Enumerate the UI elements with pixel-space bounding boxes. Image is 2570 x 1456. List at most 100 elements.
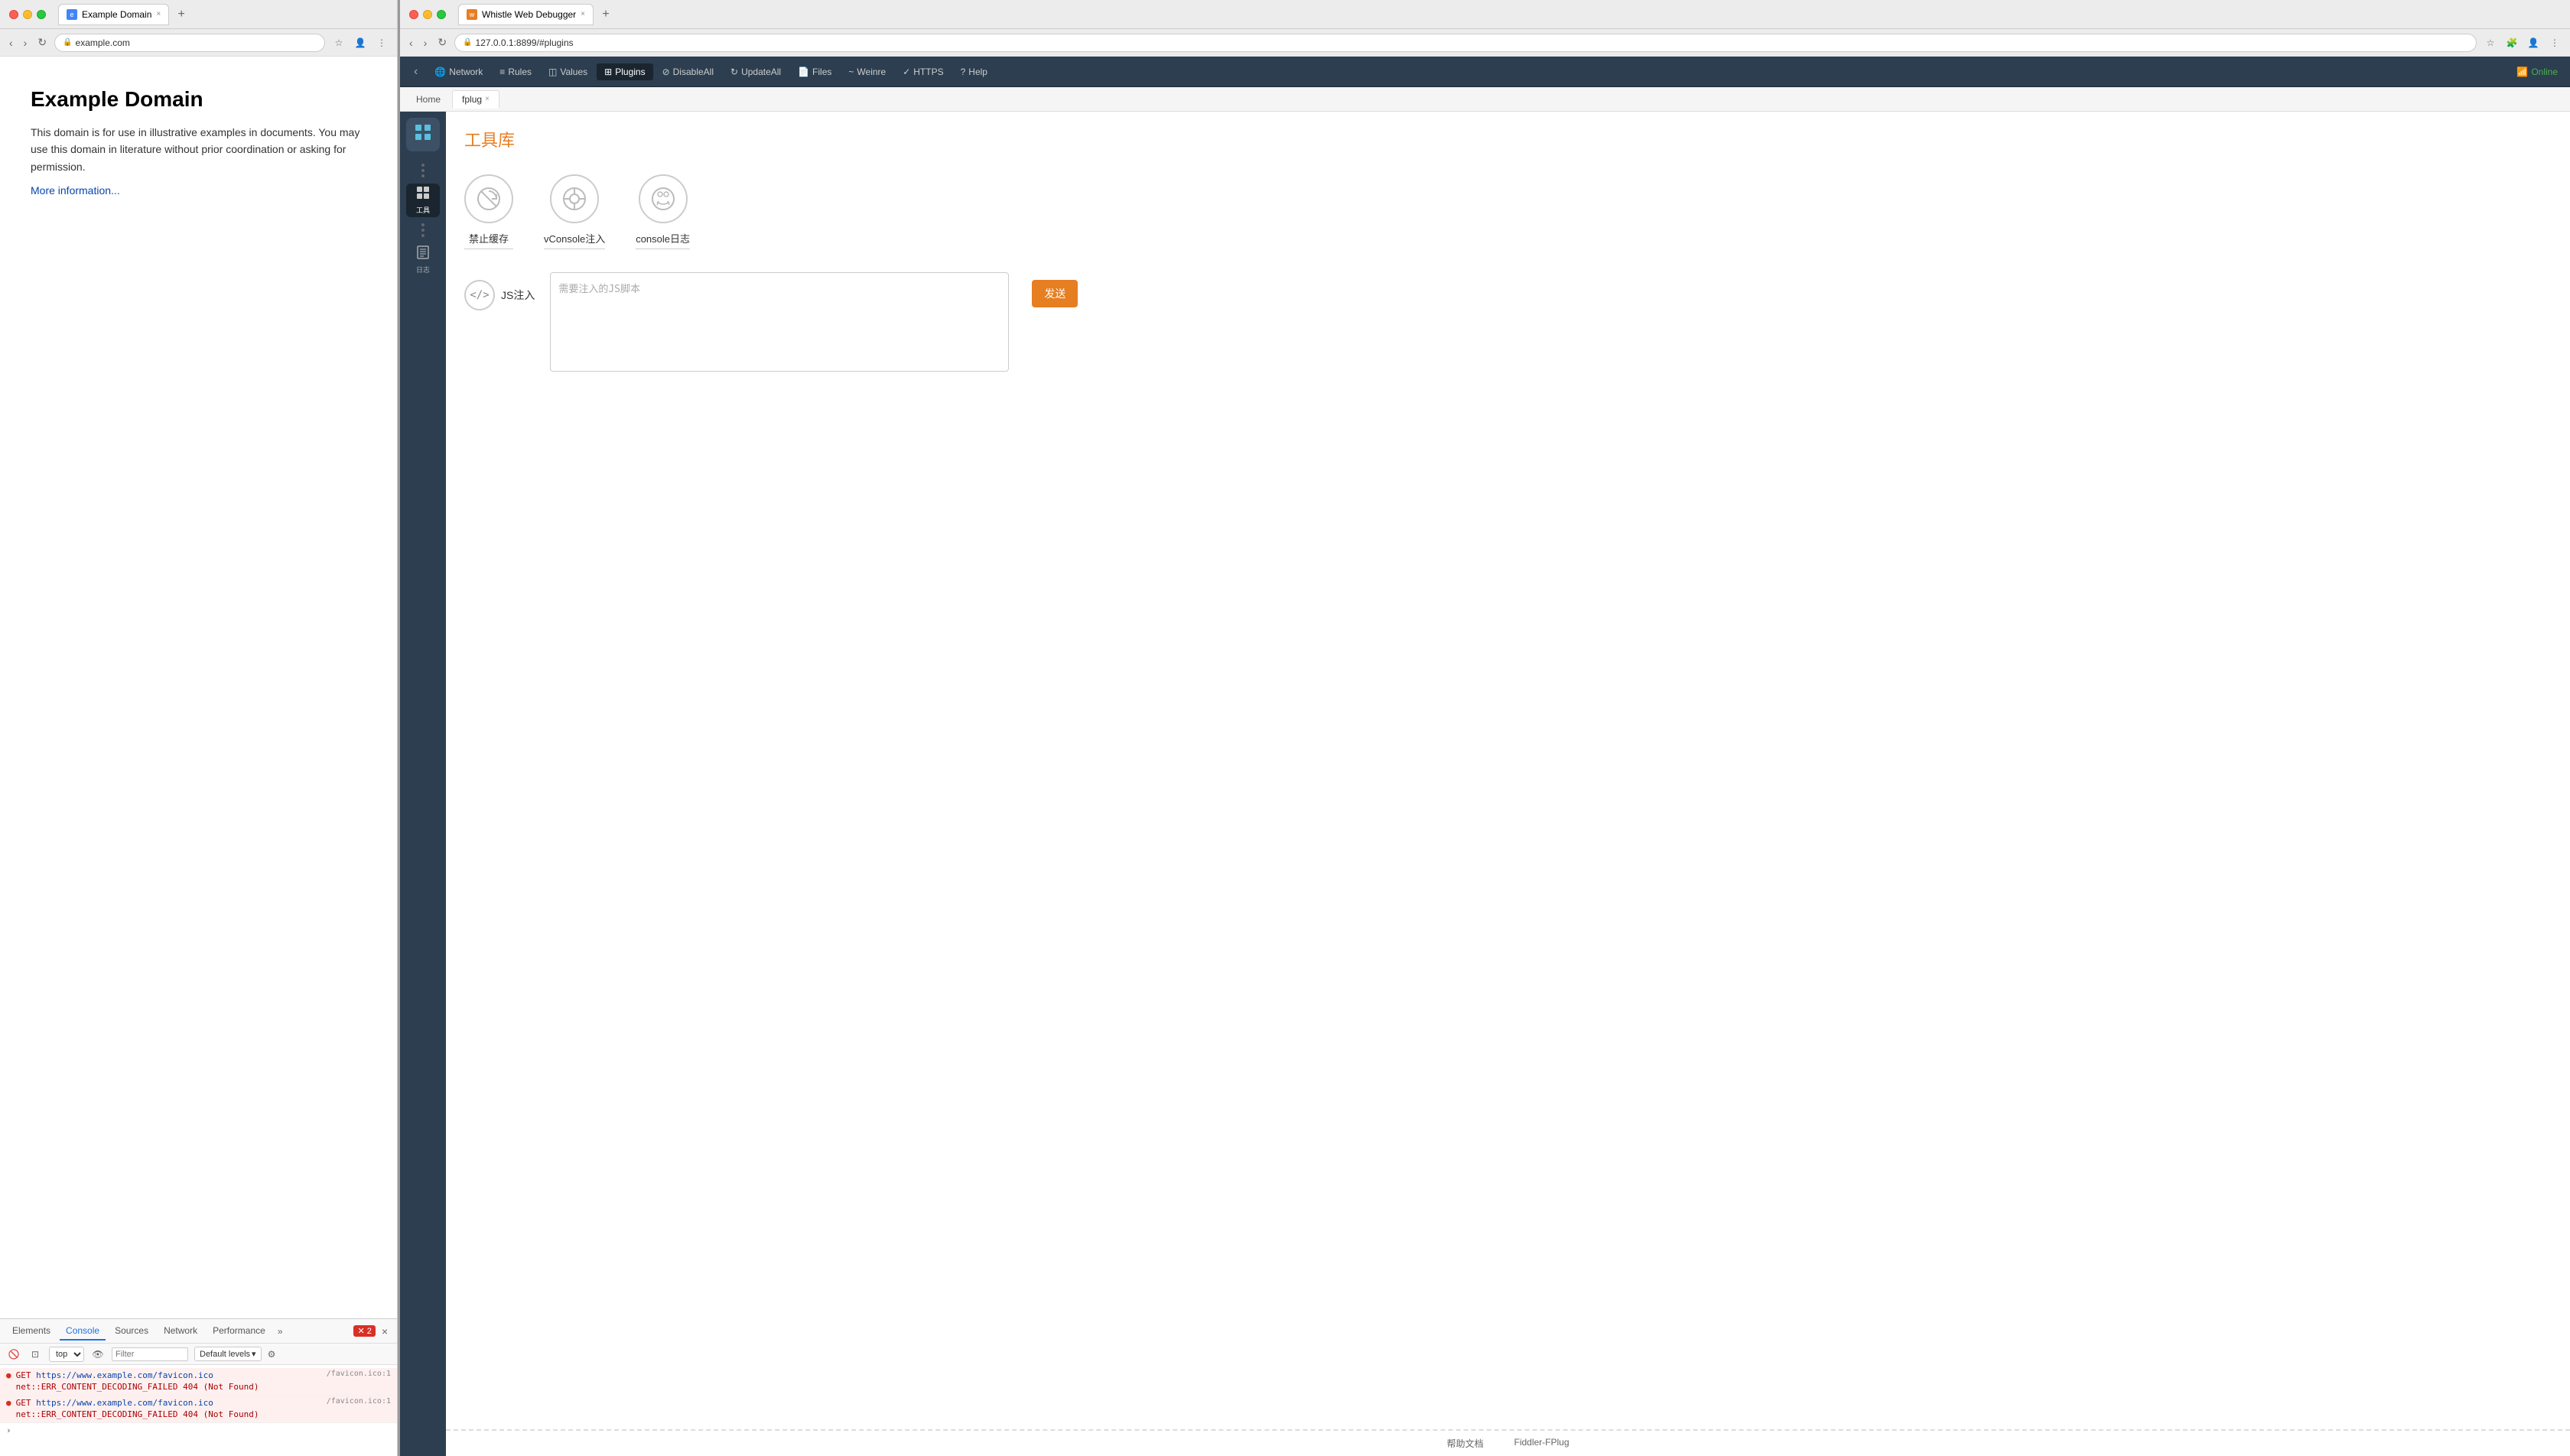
nav-back-btn[interactable]: ‹ <box>406 62 425 82</box>
eye-icon[interactable]: 👁 <box>90 1347 106 1362</box>
nav-help-btn[interactable]: ? Help <box>953 63 995 80</box>
close-button-left[interactable] <box>9 10 18 19</box>
nav-https-btn[interactable]: ✓ HTTPS <box>895 63 951 80</box>
entry-link-2[interactable]: https://www.example.com/favicon.ico <box>36 1398 213 1408</box>
nav-files-btn[interactable]: 📄 Files <box>790 63 839 80</box>
bookmark-icon-right[interactable]: ☆ <box>2481 34 2500 52</box>
updateall-icon: ↻ <box>730 67 738 77</box>
plugin-main: 工具库 <box>446 112 2570 1456</box>
tab-bar-right: w Whistle Web Debugger × + <box>458 4 2561 25</box>
dot-1 <box>421 164 425 167</box>
nav-disableall-label: DisableAll <box>673 67 714 77</box>
console-filter-input[interactable] <box>112 1347 188 1361</box>
nav-rules-btn[interactable]: ≡ Rules <box>492 63 539 80</box>
whistle-tab[interactable]: w Whistle Web Debugger × <box>458 4 594 25</box>
nav-network-btn[interactable]: 🌐 Network <box>427 63 490 80</box>
js-inject-textarea[interactable] <box>550 272 1009 372</box>
address-bar-right[interactable]: 🔒 127.0.0.1:8899/#plugins <box>454 34 2477 52</box>
reload-button-left[interactable]: ↻ <box>34 34 50 50</box>
profile-icon-left[interactable]: 👤 <box>351 34 369 52</box>
devtools-close-btn[interactable]: × <box>379 1324 391 1339</box>
minimize-button-left[interactable] <box>23 10 32 19</box>
default-levels-dropdown[interactable]: Default levels ▾ <box>194 1347 262 1361</box>
default-levels-label: Default levels <box>200 1350 250 1359</box>
page-content-left: Example Domain This domain is for use in… <box>0 57 397 1318</box>
files-icon: 📄 <box>798 67 809 77</box>
nav-help-label: Help <box>968 67 987 77</box>
nav-plugins-btn[interactable]: ⊞ Plugins <box>597 63 652 80</box>
lock-icon-right: 🔒 <box>463 38 472 47</box>
console-entry-2: ● GET https://www.example.com/favicon.ic… <box>0 1396 397 1423</box>
online-status: 📶 Online <box>2510 63 2564 80</box>
console-toggle-icon[interactable]: ⊡ <box>28 1347 43 1362</box>
js-inject-icon: </> <box>464 280 495 310</box>
tab-home[interactable]: Home <box>406 90 451 109</box>
nav-weinre-btn[interactable]: ~ Weinre <box>841 63 893 80</box>
back-button-left[interactable]: ‹ <box>6 35 16 50</box>
disableall-icon: ⊘ <box>662 67 670 77</box>
tool-disable-cache[interactable]: 禁止缓存 <box>464 174 513 249</box>
nav-weinre-label: Weinre <box>857 67 886 77</box>
entry-get-prefix-1: GET <box>16 1370 37 1380</box>
devtools-tab-network[interactable]: Network <box>158 1322 203 1341</box>
bookmark-icon-left[interactable]: ☆ <box>330 34 348 52</box>
tab-fplug-close[interactable]: × <box>485 95 490 103</box>
devtools-tab-performance[interactable]: Performance <box>207 1322 272 1341</box>
help-icon: ? <box>961 67 966 77</box>
console-clear-icon[interactable]: 🚫 <box>6 1347 21 1362</box>
traffic-lights-left <box>9 10 46 19</box>
tab-close-left[interactable]: × <box>156 10 161 18</box>
entry-source-2: /favicon.ico:1 <box>327 1397 391 1406</box>
send-button[interactable]: 发送 <box>1032 280 1078 307</box>
new-tab-button-right[interactable]: + <box>597 5 615 24</box>
address-bar-left[interactable]: 🔒 example.com <box>54 34 325 52</box>
forward-button-right[interactable]: › <box>421 35 431 50</box>
devtools-tab-sources[interactable]: Sources <box>109 1322 155 1341</box>
nav-updateall-btn[interactable]: ↻ UpdateAll <box>723 63 789 80</box>
close-button-right[interactable] <box>409 10 418 19</box>
more-info-link[interactable]: More information... <box>31 184 120 197</box>
whistle-sidebar: 工具 <box>400 112 446 1456</box>
devtools-more-btn[interactable]: » <box>275 1323 286 1340</box>
menu-icon-right[interactable]: ⋮ <box>2546 34 2564 52</box>
sidebar-item-logs[interactable]: 日志 <box>406 243 440 277</box>
dot-5 <box>421 229 425 232</box>
sidebar-item-tools[interactable]: 工具 <box>406 184 440 217</box>
new-tab-button-left[interactable]: + <box>172 5 190 24</box>
maximize-button-right[interactable] <box>437 10 446 19</box>
maximize-button-left[interactable] <box>37 10 46 19</box>
console-context-select[interactable]: top <box>49 1347 84 1362</box>
devtools-tab-console[interactable]: Console <box>60 1322 106 1341</box>
vconsole-label: vConsole注入 <box>544 231 605 249</box>
nav-icons-left: ☆ 👤 ⋮ <box>330 34 391 52</box>
js-inject-section: </> JS注入 发送 <box>446 272 2570 375</box>
reload-button-right[interactable]: ↻ <box>434 34 450 50</box>
disable-cache-circle <box>464 174 513 223</box>
entry-link-1[interactable]: https://www.example.com/favicon.ico <box>36 1370 213 1380</box>
forward-button-left[interactable]: › <box>21 35 31 50</box>
extension-icon-right[interactable]: 🧩 <box>2503 34 2521 52</box>
devtools-tab-elements[interactable]: Elements <box>6 1322 57 1341</box>
tool-console-log[interactable]: console日志 <box>636 174 690 249</box>
tool-vconsole[interactable]: vConsole注入 <box>544 174 605 249</box>
example-domain-tab[interactable]: e Example Domain × <box>58 4 169 25</box>
console-prompt: › <box>0 1423 397 1438</box>
footer-fplug-link[interactable]: Fiddler-FPlug <box>1514 1437 1569 1450</box>
menu-icon-left[interactable]: ⋮ <box>372 34 391 52</box>
dot-6 <box>421 234 425 237</box>
js-textarea-wrapper <box>550 272 1009 375</box>
minimize-button-right[interactable] <box>423 10 432 19</box>
code-icon: </> <box>470 289 489 301</box>
back-button-right[interactable]: ‹ <box>406 35 416 50</box>
profile-icon-right[interactable]: 👤 <box>2524 34 2542 52</box>
nav-values-btn[interactable]: ◫ Values <box>541 63 595 80</box>
nav-disableall-btn[interactable]: ⊘ DisableAll <box>655 63 721 80</box>
tab-fplug[interactable]: fplug × <box>452 90 499 109</box>
footer-help-link[interactable]: 帮助文档 <box>1446 1437 1483 1450</box>
tab-close-right[interactable]: × <box>581 10 585 18</box>
nav-network-label: Network <box>449 67 483 77</box>
console-settings-icon[interactable]: ⚙ <box>268 1349 276 1360</box>
browser-outer: e Example Domain × + ‹ › ↻ 🔒 example.com… <box>0 0 2570 1456</box>
left-browser: e Example Domain × + ‹ › ↻ 🔒 example.com… <box>0 0 398 1456</box>
address-text-left: example.com <box>76 37 130 48</box>
